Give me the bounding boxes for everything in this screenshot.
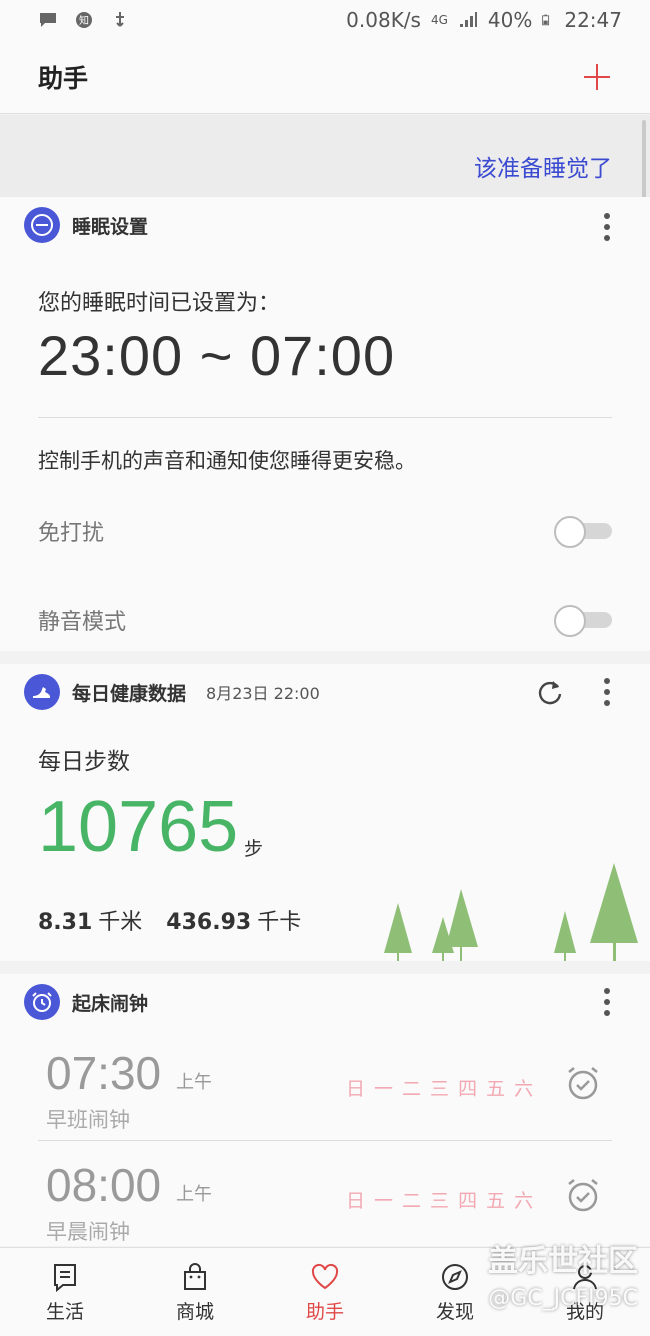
distance-value: 8.31: [38, 910, 93, 935]
tree-illustration: [384, 863, 638, 961]
card-title: 每日健康数据: [72, 682, 187, 705]
battery-percent: 40%: [487, 8, 533, 32]
compass-icon: [442, 1263, 468, 1290]
signal-icon: [459, 12, 477, 27]
sleep-description: 控制手机的声音和通知使您睡得更安稳。: [38, 449, 416, 473]
shoe-icon: [24, 674, 60, 710]
steps-value: 10765: [38, 787, 239, 867]
nav-label: 发现: [435, 1300, 474, 1323]
card-header: 起床闹钟: [24, 984, 148, 1020]
day-thu: 四: [458, 1078, 478, 1100]
alarm-ampm: 上午: [176, 1184, 212, 1205]
battery-icon: [542, 14, 550, 26]
watermark-title: 盖乐世社区: [488, 1244, 638, 1279]
sleep-time-range[interactable]: 23:00 ~ 07:00: [38, 323, 395, 388]
health-timestamp: 8月23日 22:00: [206, 684, 320, 703]
alarm-time: 08:00: [46, 1159, 162, 1211]
day-sun: 日: [346, 1078, 366, 1100]
alarm-name: 早班闹钟: [46, 1108, 130, 1132]
nav-assistant[interactable]: 助手: [260, 1248, 390, 1336]
nav-label: 助手: [305, 1300, 344, 1323]
sleep-time-label: 您的睡眠时间已设置为：: [38, 291, 281, 316]
svg-text:知: 知: [79, 14, 89, 27]
app-header: 助手: [0, 40, 650, 114]
silent-mode-label: 静音模式: [38, 610, 127, 635]
bedtime-link[interactable]: 该准备睡觉了: [474, 149, 612, 183]
shop-bag-icon: [184, 1262, 206, 1290]
network-type: 4G: [430, 13, 448, 27]
card-header: 睡眠设置: [24, 207, 148, 243]
day-fri: 五: [486, 1190, 506, 1212]
usb-debug-icon: [116, 12, 124, 27]
heart-icon: [311, 1263, 339, 1289]
network-speed: 0.08K/s: [346, 8, 421, 32]
watermark-handle: @GC_JCFI95C: [488, 1286, 638, 1311]
steps-label: 每日步数: [38, 749, 130, 775]
day-mon: 一: [374, 1190, 394, 1212]
calories-value: 436.93: [166, 910, 252, 935]
more-options-icon[interactable]: [604, 678, 610, 706]
day-tue: 二: [402, 1190, 422, 1212]
nav-shop[interactable]: 商城: [130, 1248, 260, 1336]
zhihu-icon: 知: [76, 12, 92, 28]
status-bar: 知 0.08K/s 4G 40% 22:47: [0, 0, 650, 40]
nav-life[interactable]: 生活: [0, 1248, 130, 1336]
day-mon: 一: [374, 1078, 394, 1100]
day-thu: 四: [458, 1190, 478, 1212]
nav-label: 生活: [45, 1300, 84, 1323]
message-icon: [40, 13, 56, 27]
more-options-icon[interactable]: [604, 213, 610, 241]
sleep-reminder-banner: 该准备睡觉了: [0, 115, 650, 197]
clock: 22:47: [564, 8, 622, 32]
day-sat: 六: [514, 1078, 534, 1100]
distance-unit: 千米: [98, 910, 143, 935]
card-title: 起床闹钟: [72, 992, 149, 1015]
alarm-time: 07:30: [46, 1047, 162, 1099]
wake-alarm-card: 起床闹钟 07:30 上午 早班闹钟 日 一 二 三 四 五 六 08:00 上…: [0, 974, 650, 1246]
steps-unit: 步: [244, 838, 264, 860]
do-not-disturb-label: 免打扰: [38, 521, 105, 546]
plus-icon[interactable]: [582, 62, 612, 92]
daily-health-card: 每日健康数据 8月23日 22:00 每日步数 10765 步 8.31 千米 …: [0, 664, 650, 961]
do-not-disturb-row: 免打扰: [38, 511, 612, 551]
day-tue: 二: [402, 1078, 422, 1100]
sleep-settings-card: 睡眠设置 您的睡眠时间已设置为： 23:00 ~ 07:00 控制手机的声音和通…: [0, 197, 650, 651]
page-title: 助手: [38, 63, 89, 93]
life-icon: [54, 1263, 76, 1292]
day-wed: 三: [430, 1078, 450, 1100]
alarm-toggle-icon[interactable]: [564, 1176, 602, 1214]
nav-label: 商城: [175, 1300, 214, 1323]
more-options-icon[interactable]: [604, 988, 610, 1016]
alarm-item[interactable]: 07:30 上午 早班闹钟 日 一 二 三 四 五 六: [38, 1036, 612, 1142]
watermark: 盖乐世社区 @GC_JCFI95C: [488, 1236, 638, 1311]
card-title: 睡眠设置: [72, 215, 149, 238]
day-sat: 六: [514, 1190, 534, 1212]
day-sun: 日: [346, 1190, 366, 1212]
alarm-toggle-icon[interactable]: [564, 1064, 602, 1102]
day-wed: 三: [430, 1190, 450, 1212]
silent-mode-row: 静音模式: [38, 600, 612, 640]
alarm-repeat-days: 日 一 二 三 四 五 六: [346, 1186, 533, 1213]
divider: [38, 417, 612, 418]
day-fri: 五: [486, 1078, 506, 1100]
alarm-clock-icon: [24, 984, 60, 1020]
silent-mode-toggle[interactable]: [554, 605, 612, 637]
alarm-ampm: 上午: [176, 1072, 212, 1093]
health-stats: 8.31 千米 436.93 千卡: [38, 904, 301, 936]
alarm-name: 早晨闹钟: [46, 1220, 130, 1244]
alarm-repeat-days: 日 一 二 三 四 五 六: [346, 1074, 533, 1101]
sleep-minus-icon: [24, 207, 60, 243]
divider: [38, 1140, 612, 1141]
refresh-icon[interactable]: [536, 678, 564, 706]
card-header: 每日健康数据 8月23日 22:00: [24, 674, 320, 710]
calories-unit: 千卡: [257, 910, 302, 935]
do-not-disturb-toggle[interactable]: [554, 516, 612, 548]
